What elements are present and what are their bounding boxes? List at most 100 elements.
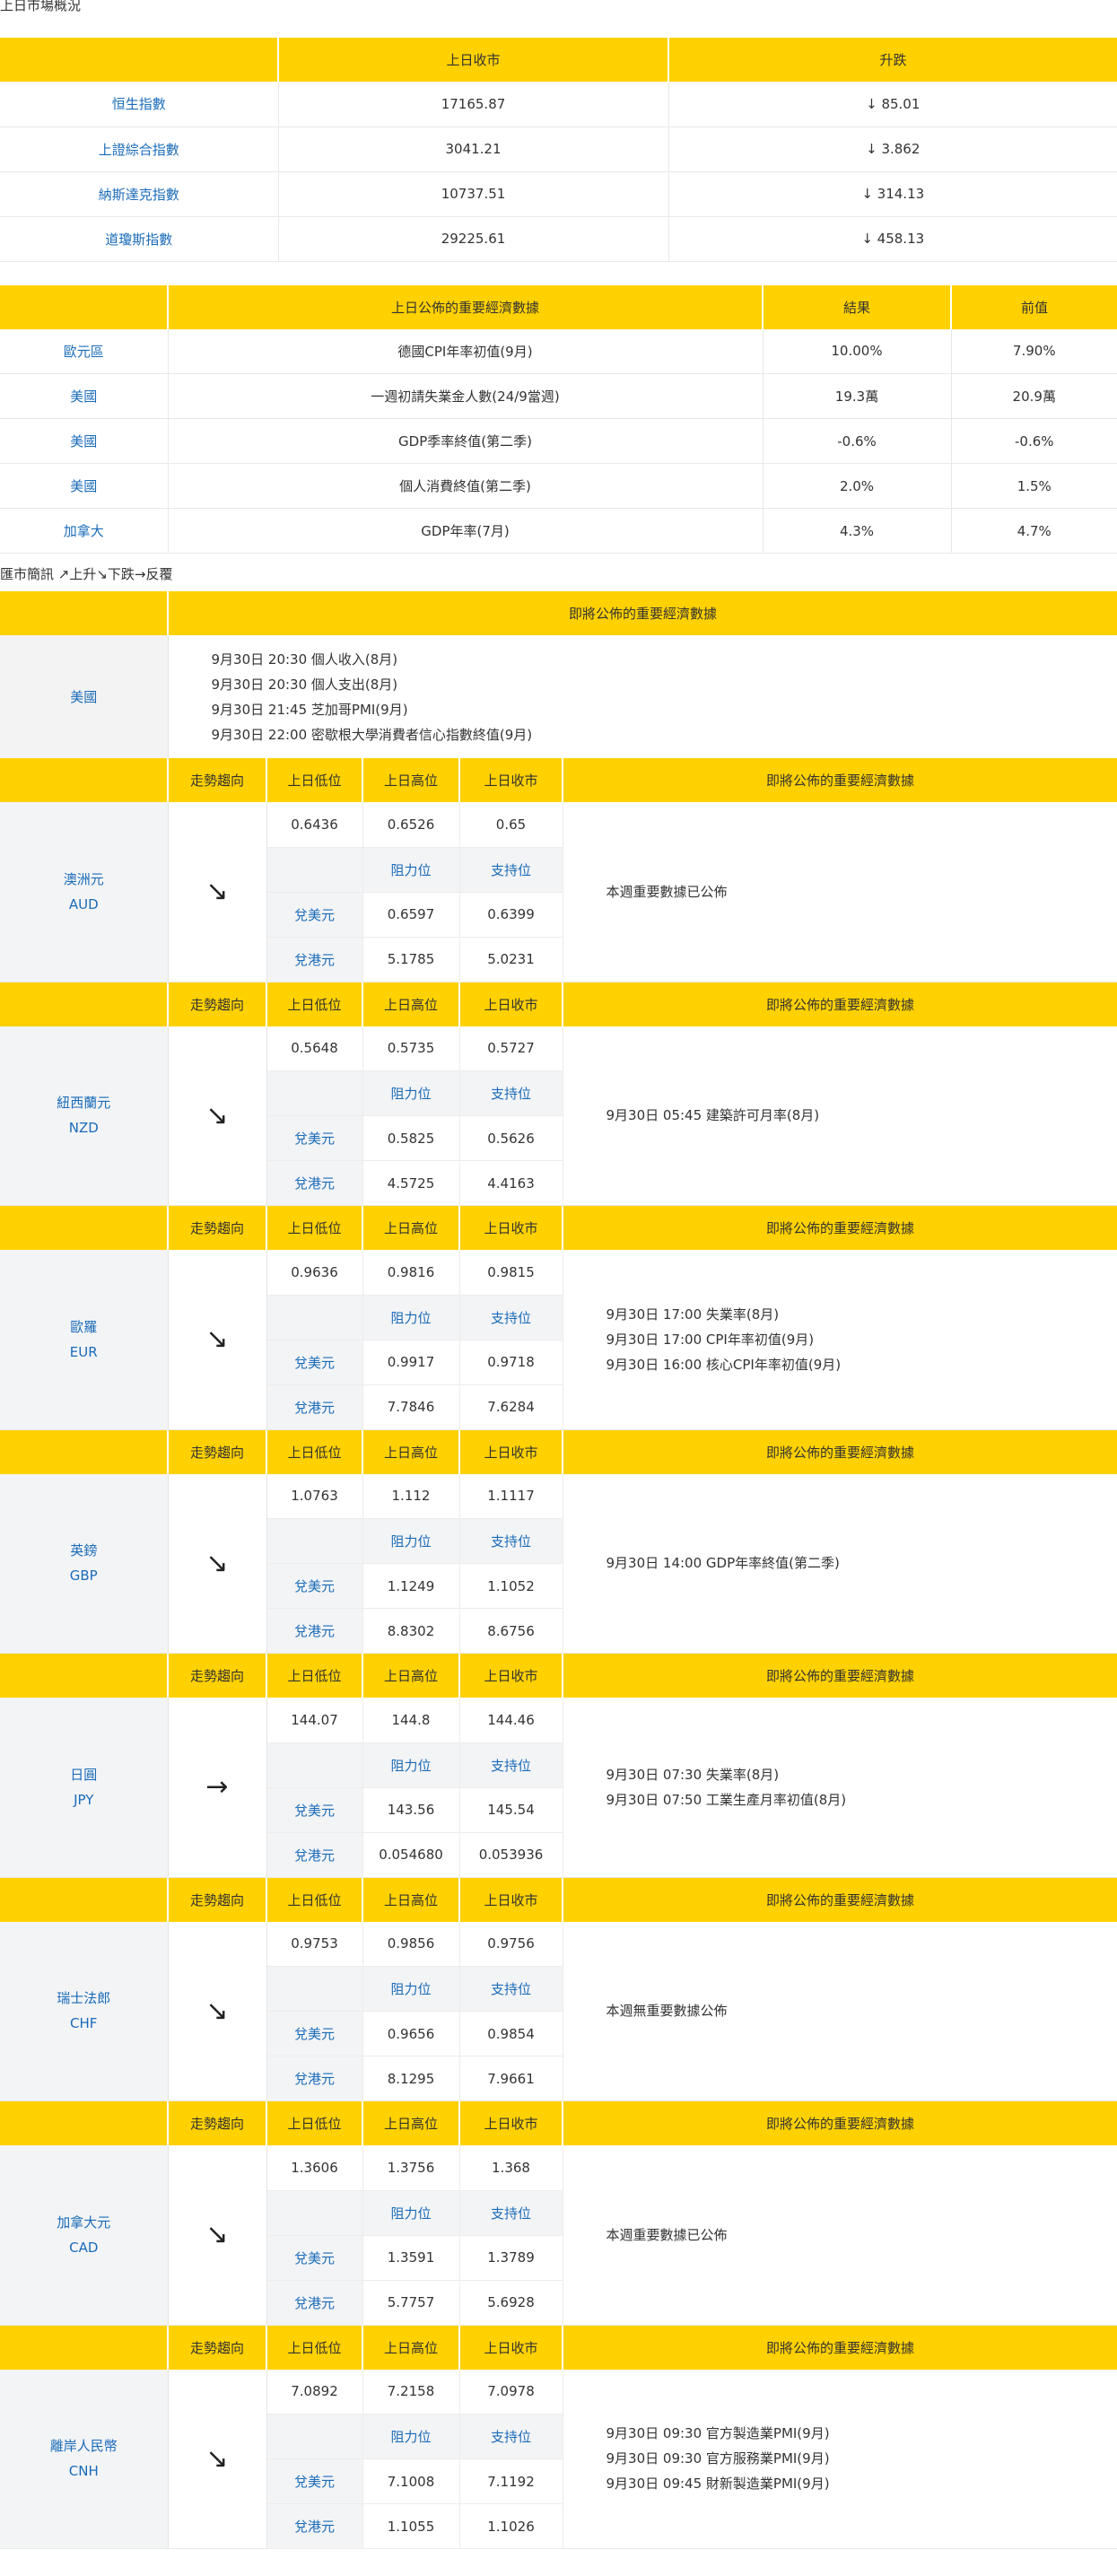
currency-header: 走勢趨向 上日低位 上日高位 上日收市 即將公佈的重要經濟數據 [0, 1654, 1117, 1698]
trend-cell: ↘ [168, 2145, 267, 2326]
high-value: 0.5735 [362, 1026, 460, 1071]
close-value: 144.46 [459, 1698, 563, 1743]
currency-header-blank [0, 2325, 169, 2370]
econ-region[interactable]: 歐元區 [0, 328, 169, 374]
low-value: 1.0763 [266, 1473, 363, 1519]
upcoming-events-cell: 本週重要數據已公佈 [563, 2145, 1117, 2326]
currency-name: 離岸人民幣 [49, 2438, 118, 2455]
header-high: 上日高位 [362, 1654, 460, 1698]
currency-name-cell[interactable]: 日圓 JPY [0, 1698, 169, 1878]
header-trend: 走勢趨向 [168, 758, 267, 802]
support-header: 支持位 [459, 847, 563, 893]
trend-arrow-icon: ↘ [205, 876, 229, 908]
level-header-blank [266, 2414, 363, 2459]
econ-row: 加拿大 GDP年率(7月) 4.3% 4.7% [0, 508, 1117, 554]
upcoming-event-item: 9月30日 09:30 官方製造業PMI(9月) [606, 2425, 830, 2442]
econ-region[interactable]: 美國 [0, 418, 169, 464]
hkd-resistance-value: 8.8302 [362, 1608, 460, 1654]
market-table: 上日收市 升跌 恒生指數 17165.87 ↓ 85.01 上證綜合指數 3041.21… [0, 38, 1117, 262]
currency-name-cell[interactable]: 歐羅 EUR [0, 1250, 169, 1430]
vs-usd-label: 兌美元 [266, 2458, 363, 2504]
us-region-label: 美國 [0, 635, 169, 758]
econ-region[interactable]: 加拿大 [0, 508, 169, 554]
currency-name-cell[interactable]: 瑞士法郎 CHF [0, 1921, 169, 2101]
support-header: 支持位 [459, 1742, 563, 1788]
econ-region[interactable]: 美國 [0, 373, 169, 419]
currency-name-cell[interactable]: 英鎊 GBP [0, 1473, 169, 1654]
close-value: 0.9756 [459, 1921, 563, 1967]
upcoming-event-item: 9月30日 17:00 失業率(8月) [606, 1305, 780, 1323]
header-high: 上日高位 [362, 758, 460, 802]
vs-hkd-label: 兌港元 [266, 937, 363, 982]
trend-cell: → [168, 1698, 267, 1878]
econ-item: 個人消費終值(第二季) [168, 463, 764, 509]
header-trend: 走勢趨向 [168, 2325, 267, 2370]
support-header: 支持位 [459, 1070, 563, 1116]
currency-header: 走勢趨向 上日低位 上日高位 上日收市 即將公佈的重要經濟數據 [0, 1206, 1117, 1250]
header-upcoming: 即將公佈的重要經濟數據 [563, 2101, 1117, 2145]
usd-support-value: 1.3789 [459, 2235, 563, 2281]
header-upcoming: 即將公佈的重要經濟數據 [563, 982, 1117, 1026]
currency-name-cell[interactable]: 加拿大元 CAD [0, 2145, 169, 2326]
market-header-change: 升跌 [668, 38, 1117, 82]
currency-table-nzd: 走勢趨向 上日低位 上日高位 上日收市 即將公佈的重要經濟數據 紐西蘭元 NZD ↘ 0.564… [0, 982, 1117, 1206]
high-value: 1.112 [362, 1473, 460, 1519]
market-index-name[interactable]: 納斯達克指數 [0, 171, 279, 217]
econ-header-prev: 前值 [951, 284, 1117, 329]
upcoming-event-item: 本週重要數據已公佈 [606, 883, 728, 900]
currency-header: 走勢趨向 上日低位 上日高位 上日收市 即將公佈的重要經濟數據 [0, 2325, 1117, 2370]
market-row: 恒生指數 17165.87 ↓ 85.01 [0, 82, 1117, 127]
vs-usd-label: 兌美元 [266, 1787, 363, 1833]
market-change-value: ↓ 85.01 [668, 82, 1117, 127]
currency-price-row: 英鎊 GBP ↘ 1.0763 1.112 1.1117 9月30日 14:00 GDP年率… [0, 1473, 1117, 1654]
usd-support-value: 0.9718 [459, 1340, 563, 1385]
level-header-blank [266, 1070, 363, 1116]
resistance-header: 阻力位 [362, 1742, 460, 1788]
market-index-name[interactable]: 上證綜合指數 [0, 127, 279, 172]
resistance-header: 阻力位 [362, 2190, 460, 2236]
fx-currency-tables: 走勢趨向 上日低位 上日高位 上日收市 即將公佈的重要經濟數據 澳洲元 AUD ↘ 0.6436… [0, 758, 1117, 2549]
low-value: 0.9753 [266, 1921, 363, 1967]
trend-arrow-icon: ↘ [205, 1099, 229, 1131]
usd-resistance-value: 0.6597 [362, 892, 460, 938]
vs-hkd-label: 兌港元 [266, 2056, 363, 2101]
header-close: 上日收市 [459, 2325, 563, 2370]
market-index-name[interactable]: 道瓊斯指數 [0, 216, 279, 262]
currency-name-cell[interactable]: 紐西蘭元 NZD [0, 1026, 169, 1206]
header-high: 上日高位 [362, 1877, 460, 1922]
resistance-header: 阻力位 [362, 2414, 460, 2459]
high-value: 7.2158 [362, 2369, 460, 2414]
currency-price-row: 澳洲元 AUD ↘ 0.6436 0.6526 0.65 本週重要數據已公佈 [0, 802, 1117, 982]
support-header: 支持位 [459, 2190, 563, 2236]
market-close-value: 10737.51 [278, 171, 669, 217]
usd-resistance-value: 0.5825 [362, 1115, 460, 1161]
upcoming-events-cell: 9月30日 07:30 失業率(8月) 9月30日 07:50 工業生產月率初值(… [563, 1698, 1117, 1878]
header-high: 上日高位 [362, 2325, 460, 2370]
currency-price-row: 離岸人民幣 CNH ↘ 7.0892 7.2158 7.0978 9月30日 09:30 官… [0, 2369, 1117, 2549]
header-trend: 走勢趨向 [168, 1654, 267, 1698]
resistance-header: 阻力位 [362, 847, 460, 893]
support-header: 支持位 [459, 1518, 563, 1564]
support-header: 支持位 [459, 1295, 563, 1340]
econ-region[interactable]: 美國 [0, 463, 169, 509]
currency-table-cad: 走勢趨向 上日低位 上日高位 上日收市 即將公佈的重要經濟數據 加拿大元 CAD ↘ 1.360… [0, 2101, 1117, 2326]
header-low: 上日低位 [266, 982, 363, 1026]
econ-table-header: 上日公佈的重要經濟數據 結果 前值 [0, 284, 1117, 329]
header-high: 上日高位 [362, 1429, 460, 1474]
hkd-support-value: 4.4163 [459, 1160, 563, 1206]
upcoming-event-item: 9月30日 16:00 核心CPI年率初值(9月) [606, 1356, 842, 1373]
usd-resistance-value: 0.9656 [362, 2011, 460, 2056]
market-index-name[interactable]: 恒生指數 [0, 82, 279, 127]
hkd-resistance-value: 5.1785 [362, 937, 460, 982]
currency-name-cell[interactable]: 離岸人民幣 CNH [0, 2369, 169, 2549]
econ-header-result: 結果 [763, 284, 952, 329]
currency-code: CHF [70, 2015, 98, 2032]
currency-name-cell[interactable]: 澳洲元 AUD [0, 802, 169, 982]
level-header-blank [266, 2190, 363, 2236]
econ-item: GDP年率(7月) [168, 508, 764, 554]
close-value: 0.65 [459, 802, 563, 848]
currency-code: CNH [68, 2463, 99, 2480]
trend-arrow-icon: ↘ [205, 2219, 229, 2251]
resistance-header: 阻力位 [362, 1295, 460, 1340]
market-close-value: 17165.87 [278, 82, 669, 127]
